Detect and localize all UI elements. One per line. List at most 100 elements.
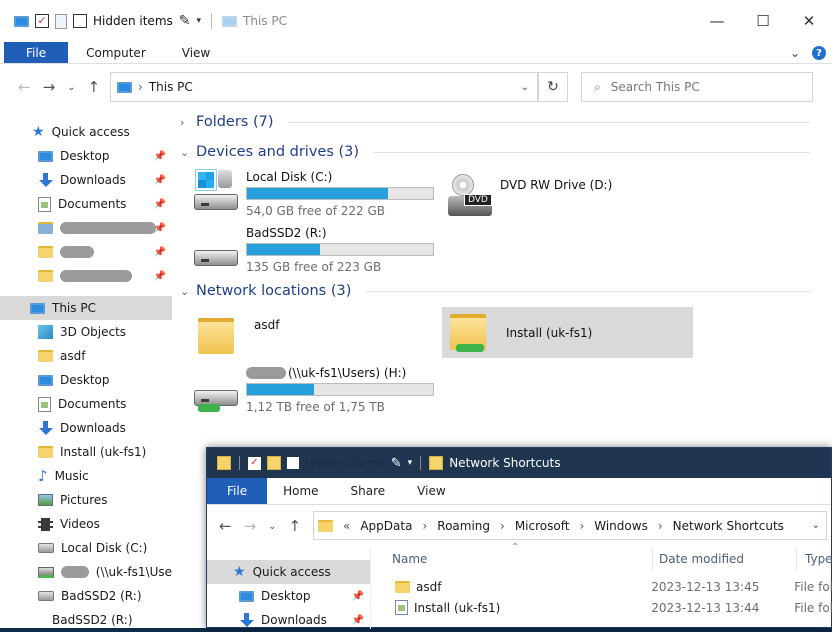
network-connector-icon [198, 404, 220, 412]
up-button[interactable]: ↑ [289, 517, 302, 535]
tab-view[interactable]: View [164, 42, 228, 63]
rename-icon[interactable]: ✎ [179, 13, 191, 29]
properties-icon[interactable]: ✓ [35, 14, 49, 28]
nav-videos[interactable]: Videos [0, 512, 172, 536]
toolbar-divider [211, 13, 213, 29]
tab-view[interactable]: View [401, 478, 461, 504]
new-folder-icon[interactable] [55, 13, 67, 29]
nav-quick-access[interactable]: ★ Quick access [207, 560, 370, 584]
forward-button[interactable]: → [244, 517, 257, 535]
minimize-button[interactable]: — [694, 0, 740, 42]
address-bar[interactable]: › This PC ⌄ [110, 72, 538, 102]
recent-locations-chevron-icon[interactable]: ⌄ [268, 521, 276, 532]
search-box[interactable]: ⌕ Search This PC [581, 72, 813, 102]
breadcrumb-item[interactable]: AppData [360, 519, 412, 533]
downloads-icon [239, 612, 254, 628]
title-bar: ✓ Hidden items ✎ ▾ This PC — ☐ ✕ [0, 0, 832, 42]
nav-asdf[interactable]: asdf [0, 344, 172, 368]
chevron-down-icon: ⌄ [180, 284, 190, 298]
nav-qa-documents[interactable]: Documents 📌 [0, 192, 172, 216]
recent-locations-chevron-icon[interactable]: ⌄ [67, 82, 75, 93]
drive-local-disk[interactable]: Local Disk (C:) 54,0 GB free of 222 GB [194, 169, 434, 218]
search-icon: ⌕ [594, 79, 601, 94]
tab-home[interactable]: Home [267, 478, 334, 504]
customize-toolbar-chevron-icon[interactable]: ▾ [197, 16, 202, 26]
nav-desktop[interactable]: Desktop [0, 368, 172, 392]
file-type: File fol [794, 600, 832, 615]
expand-ribbon-chevron-icon[interactable]: ⌄ [790, 46, 800, 60]
drive-dvd[interactable]: DVD DVD RW Drive (D:) [448, 174, 612, 218]
properties-icon[interactable]: ✓ [248, 456, 261, 470]
hidden-items-checkbox[interactable] [73, 14, 87, 28]
group-devices[interactable]: ⌄ Devices and drives (3) [180, 144, 810, 160]
hidden-items-checkbox[interactable] [287, 457, 299, 469]
group-folders[interactable]: › Folders (7) [180, 114, 810, 130]
refresh-button[interactable]: ↻ [538, 72, 568, 102]
file-name: asdf [416, 579, 442, 594]
nav-quick-access[interactable]: ★ Quick access [0, 120, 172, 144]
nav-music[interactable]: ♪ Music [0, 464, 172, 488]
rename-icon[interactable]: ✎ [391, 456, 402, 471]
file-row[interactable]: Install (uk-fs1) 2023-12-13 13:44 File f… [371, 597, 832, 618]
network-shortcuts-window: ✓ Hidden items ✎ ▾ Network Shortcuts Fil… [206, 447, 832, 629]
help-icon[interactable]: ? [812, 46, 826, 60]
breadcrumb-item[interactable]: Windows [594, 519, 648, 533]
tab-computer[interactable]: Computer [68, 42, 164, 63]
nav-label: Downloads [60, 173, 126, 187]
tab-file[interactable]: File [207, 478, 268, 504]
nav-downloads[interactable]: Downloads [0, 416, 172, 440]
nav-3d-objects[interactable]: 3D Objects [0, 320, 172, 344]
network-asdf[interactable]: asdf [196, 312, 279, 356]
breadcrumb-item[interactable]: Roaming [437, 519, 490, 533]
column-type[interactable]: Type [797, 548, 832, 570]
title-bar: ✓ Hidden items ✎ ▾ Network Shortcuts [207, 448, 831, 478]
nav-label: Downloads [60, 421, 126, 435]
tab-file[interactable]: File [4, 42, 69, 63]
address-history-chevron-icon[interactable]: ⌄ [812, 520, 820, 531]
address-bar[interactable]: « AppData › Roaming › Microsoft › Windows › … [313, 511, 827, 540]
nav-badssd2-second[interactable]: BadSSD2 (R:) [0, 608, 172, 628]
group-divider [287, 121, 810, 123]
redacted-label [61, 566, 89, 578]
nav-documents[interactable]: Documents [0, 392, 172, 416]
nav-qa-desktop[interactable]: Desktop 📌 [0, 144, 172, 168]
nav-downloads[interactable]: Downloads 📌 [207, 608, 370, 632]
file-row[interactable]: asdf 2023-12-13 13:45 File fol [371, 576, 832, 597]
column-name[interactable]: Name ⌃ [371, 542, 653, 570]
network-install[interactable]: Install (uk-fs1) [448, 308, 592, 352]
nav-qa-redacted-3[interactable]: 📌 [0, 264, 172, 288]
group-network[interactable]: ⌄ Network locations (3) [180, 283, 810, 299]
nav-install[interactable]: Install (uk-fs1) [0, 440, 172, 464]
breadcrumb-overflow-icon[interactable]: « [343, 519, 350, 533]
back-button[interactable]: ← [219, 517, 232, 535]
address-location[interactable]: This PC [149, 80, 193, 94]
network-drive-icon [38, 566, 54, 578]
nav-qa-redacted-2[interactable]: 📌 [0, 240, 172, 264]
nav-desktop[interactable]: Desktop 📌 [207, 584, 370, 608]
navigation-pane: ★ Quick access Desktop 📌 Downloads 📌 [207, 548, 371, 629]
up-button[interactable]: ↑ [88, 78, 101, 96]
forward-button[interactable]: → [43, 78, 56, 96]
drive-badssd2[interactable]: BadSSD2 (R:) 135 GB free of 223 GB [194, 226, 434, 274]
column-date[interactable]: Date modified [653, 548, 797, 570]
breadcrumb-item[interactable]: Network Shortcuts [673, 519, 784, 533]
back-button[interactable]: ← [18, 78, 31, 96]
nav-local-disk[interactable]: Local Disk (C:) [0, 536, 172, 560]
close-button[interactable]: ✕ [786, 0, 832, 42]
address-history-chevron-icon[interactable]: ⌄ [521, 82, 529, 93]
nav-pictures[interactable]: Pictures [0, 488, 172, 512]
maximize-button[interactable]: ☐ [740, 0, 786, 42]
network-drive-h[interactable]: (\\uk-fs1\Users) (H:) 1,12 TB free of 1,… [194, 366, 434, 414]
tab-share[interactable]: Share [335, 478, 402, 504]
breadcrumb-item[interactable]: Microsoft [515, 519, 570, 533]
network-item-name: Install (uk-fs1) [506, 326, 593, 340]
nav-badssd2[interactable]: BadSSD2 (R:) [0, 584, 172, 608]
nav-this-pc[interactable]: This PC [0, 296, 172, 320]
dvd-drive-icon: DVD [448, 174, 492, 218]
nav-qa-redacted-1[interactable]: 📌 [0, 216, 172, 240]
customize-toolbar-chevron-icon[interactable]: ▾ [408, 458, 413, 468]
nav-label: Local Disk (C:) [61, 541, 148, 555]
nav-network-drive[interactable]: (\\uk-fs1\Use [0, 560, 172, 584]
new-folder-icon[interactable] [267, 456, 281, 470]
nav-qa-downloads[interactable]: Downloads 📌 [0, 168, 172, 192]
